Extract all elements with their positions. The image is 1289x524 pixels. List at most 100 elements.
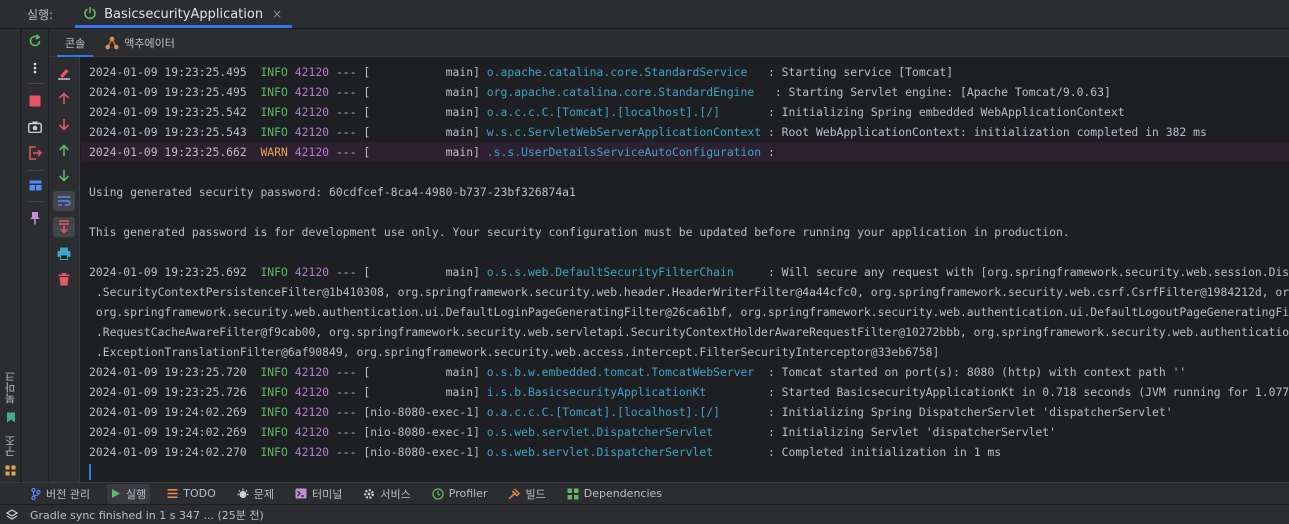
log-thread: [ main] <box>363 105 480 119</box>
structure-icon <box>5 461 16 480</box>
log-separator: --- <box>335 125 357 139</box>
log-separator: --- <box>335 145 357 159</box>
tool-run[interactable]: 실행 <box>106 483 151 504</box>
tool-profiler[interactable]: Profiler <box>432 484 488 504</box>
log-text-line: .ExceptionTranslationFilter@6af90849, or… <box>89 345 940 359</box>
log-pid: 42120 <box>294 425 330 439</box>
layers-icon[interactable] <box>6 508 18 521</box>
tool-run-label: 실행 <box>125 487 147 501</box>
arrow-down-icon[interactable] <box>53 114 75 134</box>
text-caret <box>89 464 91 480</box>
log-separator: --- <box>335 425 357 439</box>
log-message: : Tomcat started on port(s): 8080 (http)… <box>767 365 1187 379</box>
log-separator: --- <box>335 385 357 399</box>
more-options-icon[interactable] <box>25 58 45 78</box>
soft-wrap-icon[interactable] <box>53 191 75 211</box>
log-line: 2024-01-09 19:23:25.542 INFO 42120 --- [… <box>89 102 1125 122</box>
log-logger: w.s.c.ServletWebServerApplicationContext <box>486 125 762 139</box>
clear-highlight-icon[interactable] <box>53 63 75 83</box>
log-pid: 42120 <box>294 65 330 79</box>
layout-icon[interactable] <box>25 175 45 195</box>
close-icon[interactable]: × <box>272 7 282 21</box>
run-tool-window-header: 실행: BasicsecurityApplication × <box>0 0 1289 29</box>
stripe-bookmarks[interactable]: 북마크 <box>2 368 19 427</box>
toolbar-separator <box>27 201 43 202</box>
log-thread: [ main] <box>363 145 480 159</box>
rerun-icon[interactable] <box>25 31 45 51</box>
camera-icon[interactable] <box>25 117 45 137</box>
terminal-icon <box>295 488 307 499</box>
log-message: : Initializing Spring embedded WebApplic… <box>767 105 1125 119</box>
tool-dependencies[interactable]: Dependencies <box>567 484 662 504</box>
previous-occurrence-icon[interactable] <box>53 140 75 160</box>
log-timestamp: 2024-01-09 19:23:25.543 <box>89 125 247 139</box>
log-logger: o.a.c.c.C.[Tomcat].[localhost].[/] <box>486 405 762 419</box>
next-occurrence-icon[interactable] <box>53 165 75 185</box>
log-line: 2024-01-09 19:24:02.269 INFO 42120 --- [… <box>89 422 1056 442</box>
log-pid: 42120 <box>294 385 330 399</box>
log-level: INFO <box>260 85 288 99</box>
log-separator: --- <box>335 85 357 99</box>
pin-icon[interactable] <box>25 208 45 228</box>
log-line: 2024-01-09 19:23:25.495 INFO 42120 --- [… <box>89 62 953 82</box>
scroll-to-end-icon[interactable] <box>53 217 75 237</box>
log-separator: --- <box>335 105 357 119</box>
structure-label: 구조 <box>3 435 17 457</box>
log-message: : Started BasicsecurityApplicationKt in … <box>767 385 1289 399</box>
log-timestamp: 2024-01-09 19:24:02.269 <box>89 425 247 439</box>
log-level: INFO <box>260 265 288 279</box>
run-icon <box>111 488 121 499</box>
tool-todo-label: TODO <box>183 487 216 500</box>
log-pid: 42120 <box>294 145 330 159</box>
log-thread: [nio-8080-exec-1] <box>363 405 480 419</box>
stop-icon[interactable] <box>25 91 45 111</box>
tool-services[interactable]: 서비스 <box>363 484 411 504</box>
todo-icon <box>167 488 178 499</box>
tool-build[interactable]: 빌드 <box>508 484 546 504</box>
log-logger: org.apache.catalina.core.StandardEngine <box>486 85 768 99</box>
log-pid: 42120 <box>294 85 330 99</box>
tool-version-control[interactable]: 버전 관리 <box>31 484 90 504</box>
run-config-tab-title: BasicsecurityApplication <box>104 6 264 22</box>
tool-problems[interactable]: 문제 <box>237 484 274 504</box>
problems-icon <box>237 488 249 500</box>
log-message: : Completed initialization in 1 ms <box>767 445 1002 459</box>
run-config-tab[interactable]: BasicsecurityApplication × <box>75 0 293 29</box>
arrow-up-icon[interactable] <box>53 88 75 108</box>
log-text-line: Using generated security password: 60cdf… <box>89 185 576 199</box>
console-output[interactable]: 2024-01-09 19:23:25.495 INFO 42120 --- [… <box>81 57 1289 482</box>
console-actions <box>49 57 80 482</box>
log-pid: 42120 <box>294 445 330 459</box>
log-timestamp: 2024-01-09 19:23:25.495 <box>89 85 247 99</box>
tool-terminal-label: 터미널 <box>312 487 343 501</box>
log-text-line: .RequestCacheAwareFilter@f9cab00, org.sp… <box>89 325 1289 339</box>
log-message: : Initializing Spring DispatcherServlet … <box>767 405 1173 419</box>
log-logger: o.s.web.servlet.DispatcherServlet <box>486 425 762 439</box>
actuator-icon <box>105 36 119 50</box>
stripe-structure[interactable]: 구조 <box>2 432 19 480</box>
log-line: 2024-01-09 19:23:25.726 INFO 42120 --- [… <box>89 382 1289 402</box>
log-message: : Initializing Servlet 'dispatcherServle… <box>767 425 1056 439</box>
log-timestamp: 2024-01-09 19:23:25.495 <box>89 65 247 79</box>
dependencies-icon <box>567 488 579 500</box>
services-icon <box>363 488 375 500</box>
tab-console[interactable]: 콘솔 <box>57 29 94 57</box>
log-logger: o.s.web.servlet.DispatcherServlet <box>486 445 762 459</box>
log-thread: [ main] <box>363 365 480 379</box>
log-message: : Root WebApplicationContext: initializa… <box>767 125 1207 139</box>
log-level: INFO <box>260 365 288 379</box>
spring-boot-run-icon <box>83 5 97 24</box>
tab-actuator-label: 액추에이터 <box>124 36 175 50</box>
tool-terminal[interactable]: 터미널 <box>295 484 342 504</box>
trash-icon[interactable] <box>53 269 75 289</box>
print-icon[interactable] <box>53 243 75 263</box>
log-level: INFO <box>260 105 288 119</box>
log-message: : <box>767 145 775 159</box>
log-thread: [ main] <box>363 385 480 399</box>
tab-actuator[interactable]: 액추에이터 <box>105 29 175 57</box>
tool-todo[interactable]: TODO <box>167 484 216 504</box>
tool-profiler-label: Profiler <box>448 487 488 500</box>
tool-window-bar: 버전 관리 실행 TODO 문제 터미널 서비스 Profiler 빌드 Dep… <box>0 482 1289 504</box>
log-thread: [ main] <box>363 265 480 279</box>
exit-icon[interactable] <box>25 143 45 163</box>
